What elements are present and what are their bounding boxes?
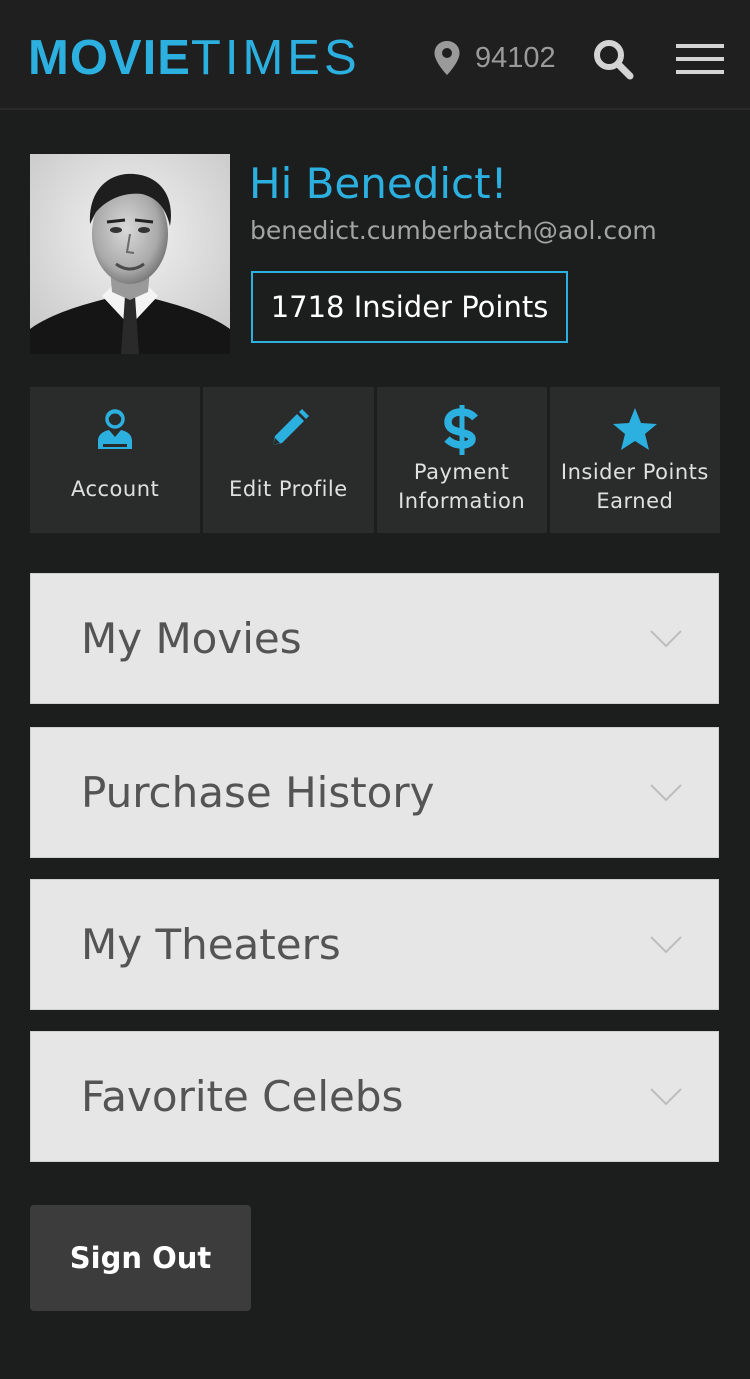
logo[interactable]: MOVIETIMES — [28, 30, 361, 86]
tile-insider-points-earned[interactable]: Insider Points Earned — [549, 387, 720, 533]
insider-points-badge[interactable]: 1718 Insider Points — [251, 271, 568, 343]
chevron-down-icon — [650, 630, 682, 648]
chevron-down-icon — [650, 936, 682, 954]
map-pin-icon — [434, 41, 460, 75]
zip-code: 94102 — [475, 41, 556, 74]
section-my-theaters[interactable]: My Theaters — [30, 879, 719, 1010]
search-icon[interactable] — [592, 38, 634, 80]
logo-thin-text: TIMES — [190, 31, 361, 85]
tile-edit-profile-label: Edit Profile — [229, 477, 348, 501]
tile-account-label: Account — [70, 477, 160, 501]
logo-bold-text: MOVIE — [28, 31, 191, 85]
section-my-movies[interactable]: My Movies — [30, 573, 719, 704]
section-title: My Movies — [81, 614, 302, 663]
pencil-icon — [273, 409, 310, 445]
tile-insider-label-line2: Earned — [596, 489, 674, 513]
section-title: Favorite Celebs — [81, 1072, 404, 1121]
location-selector[interactable]: 94102 — [433, 38, 556, 78]
hamburger-menu-icon[interactable] — [676, 44, 724, 76]
tile-edit-profile[interactable]: Edit Profile — [203, 387, 374, 533]
tile-insider-label-line1: Insider Points — [560, 460, 709, 484]
profile-photo — [30, 154, 230, 354]
dollar-icon — [443, 405, 478, 455]
user-email: benedict.cumberbatch@aol.com — [250, 216, 657, 245]
account-tiles: Account Edit Profile Payment Information… — [30, 387, 720, 533]
section-purchase-history[interactable]: Purchase History — [30, 727, 719, 858]
sign-out-button[interactable]: Sign Out — [30, 1205, 251, 1311]
star-icon — [612, 408, 657, 450]
section-favorite-celebs[interactable]: Favorite Celebs — [30, 1031, 719, 1162]
tile-payment-label-line2: Information — [398, 489, 526, 513]
account-icon — [98, 409, 133, 449]
tile-account[interactable]: Account — [30, 387, 201, 533]
section-title: Purchase History — [81, 768, 435, 817]
greeting-heading: Hi Benedict! — [249, 159, 508, 208]
tile-payment-information[interactable]: Payment Information — [376, 387, 547, 533]
tile-payment-label-line1: Payment — [413, 460, 510, 484]
section-title: My Theaters — [81, 920, 341, 969]
chevron-down-icon — [650, 1088, 682, 1106]
chevron-down-icon — [650, 784, 682, 802]
app-header: MOVIETIMES 94102 — [0, 0, 750, 110]
